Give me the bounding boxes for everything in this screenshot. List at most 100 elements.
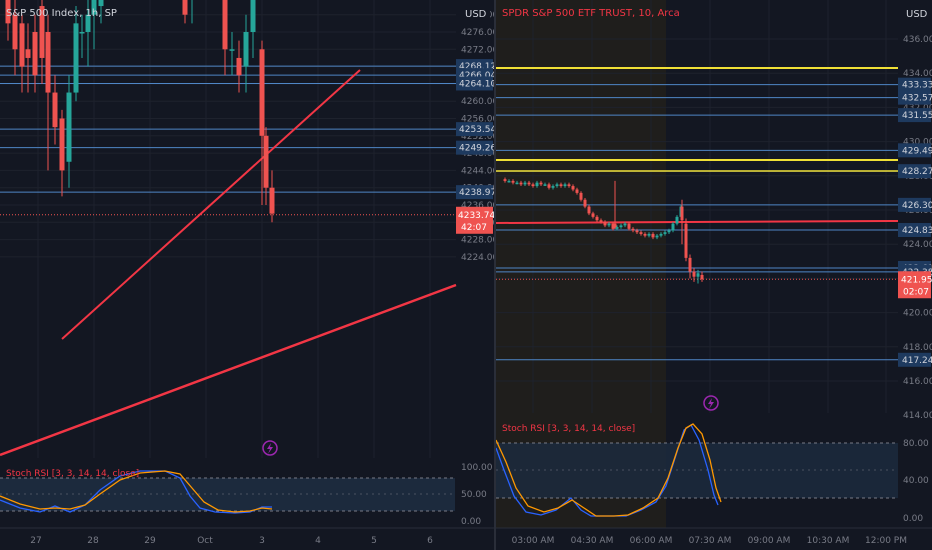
candle-body[interactable] [250,0,256,32]
stoch-band [0,478,455,511]
candle-body[interactable] [655,235,659,238]
candle-body[interactable] [675,216,679,224]
candle-body[interactable] [583,199,587,207]
x-axis-tick: 27 [30,536,41,546]
candle-body[interactable] [579,192,583,200]
y-axis-tick: 420.00 [903,309,932,319]
x-axis-tick: Oct [197,536,213,546]
currency-label[interactable]: USD [465,9,487,20]
price-level-text: 428.27 [902,167,932,177]
candle-body[interactable] [547,184,551,188]
left-chart-pane[interactable]: 4280.004276.004272.004268.004264.004260.… [0,0,494,550]
candle-body[interactable] [639,232,643,234]
candle-body[interactable] [647,233,651,236]
candle-body[interactable] [519,182,523,185]
candle-body[interactable] [575,189,579,193]
candle-body[interactable] [236,57,242,76]
candle-body[interactable] [667,230,671,233]
candle-body[interactable] [692,271,696,277]
candle-body[interactable] [45,32,51,93]
candle-body[interactable] [680,206,684,221]
stoch-title: Stoch RSI [3, 3, 14, 14, close] [502,424,635,434]
price-level-text: 4238.97 [459,188,494,198]
candle-body[interactable] [700,274,704,280]
candle-body[interactable] [627,223,631,229]
candle-body[interactable] [182,0,188,15]
candle-body[interactable] [531,184,535,187]
y-axis-tick: 436.00 [903,35,932,45]
candle-body[interactable] [98,0,104,7]
candle-body[interactable] [551,186,555,188]
stoch-title: Stoch RSI [3, 3, 14, 14, close] [6,469,139,479]
candle-body[interactable] [607,223,611,226]
candle-body[interactable] [631,228,635,231]
candle-body[interactable] [599,220,603,222]
lightning-icon[interactable] [262,440,278,456]
x-axis-tick: 03:00 AM [512,536,555,546]
candle-body[interactable] [603,221,607,226]
lightning-icon[interactable] [703,395,719,411]
candle-body[interactable] [507,180,511,183]
stoch-axis-tick: 0.00 [903,514,923,524]
candle-body[interactable] [535,182,539,187]
candle-body[interactable] [671,223,675,231]
current-price-text: 4233.74 [458,211,494,221]
right-chart-canvas[interactable]: 436.00434.00432.00430.00428.00426.00424.… [496,0,932,550]
currency-label[interactable]: USD [906,9,928,20]
candle-body[interactable] [59,118,65,171]
candle-body[interactable] [503,179,507,181]
chart-title: S&P 500 Index, 1h, SP [6,8,117,19]
candle-body[interactable] [527,182,531,185]
price-level-text: 429.49 [902,146,932,156]
candle-body[interactable] [567,184,571,187]
candle-body[interactable] [563,184,567,187]
candle-body[interactable] [52,92,58,128]
candle-body[interactable] [555,184,559,187]
candle-body[interactable] [615,227,619,229]
candle-body[interactable] [12,14,18,50]
candle-body[interactable] [79,32,85,34]
candle-body[interactable] [543,184,547,186]
candle-body[interactable] [25,49,31,58]
candle-body[interactable] [229,49,235,51]
candle-body[interactable] [515,182,519,185]
candle-body[interactable] [73,23,79,93]
x-axis-tick: 04:30 AM [571,536,614,546]
candle-body[interactable] [269,187,275,214]
candle-body[interactable] [613,223,617,228]
candle-body[interactable] [643,233,647,236]
candle-body[interactable] [222,0,228,50]
candle-body[interactable] [243,32,249,67]
y-axis-tick: 4276.00 [461,28,494,38]
candle-body[interactable] [696,273,700,277]
candle-body[interactable] [539,182,543,185]
candle-body[interactable] [66,92,72,162]
candle-body[interactable] [259,49,265,136]
candle-body[interactable] [591,213,595,217]
candle-body[interactable] [523,182,527,185]
candle-body[interactable] [263,135,269,188]
y-axis-tick: 4224.00 [461,253,494,263]
candle-body[interactable] [663,232,667,234]
candle-body[interactable] [19,23,25,67]
trendline-lower[interactable] [0,283,457,457]
stoch-axis-tick: 50.00 [461,490,487,500]
candle-body[interactable] [511,180,515,183]
candle-body[interactable] [635,230,639,233]
right-chart-pane[interactable]: 436.00434.00432.00430.00428.00426.00424.… [496,0,932,550]
candle-body[interactable] [587,206,591,214]
candle-body[interactable] [619,225,623,228]
candle-body[interactable] [684,223,688,258]
x-axis-tick: 6 [427,536,433,546]
candle-body[interactable] [571,186,575,190]
left-chart-canvas[interactable]: 4280.004276.004272.004268.004264.004260.… [0,0,494,550]
candle-body[interactable] [623,223,627,226]
candle-body[interactable] [32,32,38,76]
candle-body[interactable] [651,233,655,238]
y-axis-tick: 424.00 [903,240,932,250]
candle-body[interactable] [659,233,663,236]
candle-body[interactable] [688,257,692,272]
current-price-text: 421.95 [901,275,932,285]
candle-body[interactable] [559,184,563,187]
candle-body[interactable] [595,216,599,221]
